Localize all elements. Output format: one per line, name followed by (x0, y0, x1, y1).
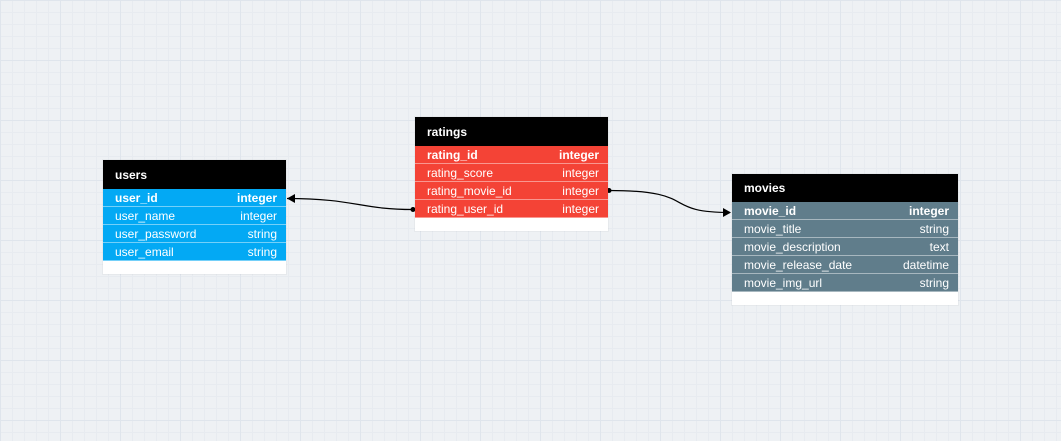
column-type: integer (562, 183, 599, 198)
table-row[interactable]: rating_id integer (415, 146, 608, 164)
column-name: rating_score (427, 165, 494, 180)
column-name: rating_id (427, 147, 478, 162)
column-type: string (247, 226, 277, 241)
column-type: integer (558, 147, 599, 162)
arrow-head-users (287, 194, 295, 203)
table-footer (415, 218, 608, 231)
column-type: string (919, 221, 949, 236)
table-title[interactable]: movies (732, 174, 958, 202)
diagram-canvas[interactable]: users user_id integer user_name integer … (0, 0, 1061, 441)
table-users[interactable]: users user_id integer user_name integer … (103, 160, 286, 274)
relation-ratings-users[interactable] (286, 197, 414, 211)
column-type: datetime (902, 257, 949, 272)
table-row[interactable]: movie_img_url string (732, 274, 958, 292)
table-ratings[interactable]: ratings rating_id integer rating_score i… (415, 117, 608, 231)
table-row[interactable]: movie_id integer (732, 202, 958, 220)
column-name: movie_title (744, 221, 802, 236)
relation-ratings-movies[interactable] (608, 189, 731, 214)
column-type: string (919, 275, 949, 290)
table-movies[interactable]: movies movie_id integer movie_title stri… (732, 174, 958, 305)
column-name: user_password (115, 226, 197, 241)
table-row[interactable]: user_name integer (103, 207, 286, 225)
table-row[interactable]: rating_movie_id integer (415, 182, 608, 200)
table-row[interactable]: movie_description text (732, 238, 958, 256)
table-footer (732, 292, 958, 305)
column-name: movie_img_url (744, 275, 823, 290)
column-name: movie_description (744, 239, 841, 254)
column-type: integer (908, 203, 949, 218)
column-name: user_email (115, 244, 174, 259)
column-type: integer (562, 165, 599, 180)
table-row[interactable]: user_password string (103, 225, 286, 243)
arrow-head-movies (723, 208, 731, 217)
column-type: integer (562, 201, 599, 216)
table-row[interactable]: movie_release_date datetime (732, 256, 958, 274)
table-row[interactable]: movie_title string (732, 220, 958, 238)
column-name: movie_id (744, 203, 797, 218)
column-type: string (247, 244, 277, 259)
table-row[interactable]: rating_user_id integer (415, 200, 608, 218)
table-footer (103, 261, 286, 274)
column-type: integer (236, 190, 277, 205)
column-name: user_name (115, 208, 176, 223)
table-row[interactable]: rating_score integer (415, 164, 608, 182)
table-title[interactable]: ratings (415, 117, 608, 146)
column-name: movie_release_date (744, 257, 853, 272)
column-name: user_id (115, 190, 158, 205)
column-name: rating_user_id (427, 201, 504, 216)
table-row[interactable]: user_id integer (103, 189, 286, 207)
table-row[interactable]: user_email string (103, 243, 286, 261)
column-type: text (929, 239, 949, 254)
column-type: integer (240, 208, 277, 223)
table-title[interactable]: users (103, 160, 286, 189)
column-name: rating_movie_id (427, 183, 512, 198)
